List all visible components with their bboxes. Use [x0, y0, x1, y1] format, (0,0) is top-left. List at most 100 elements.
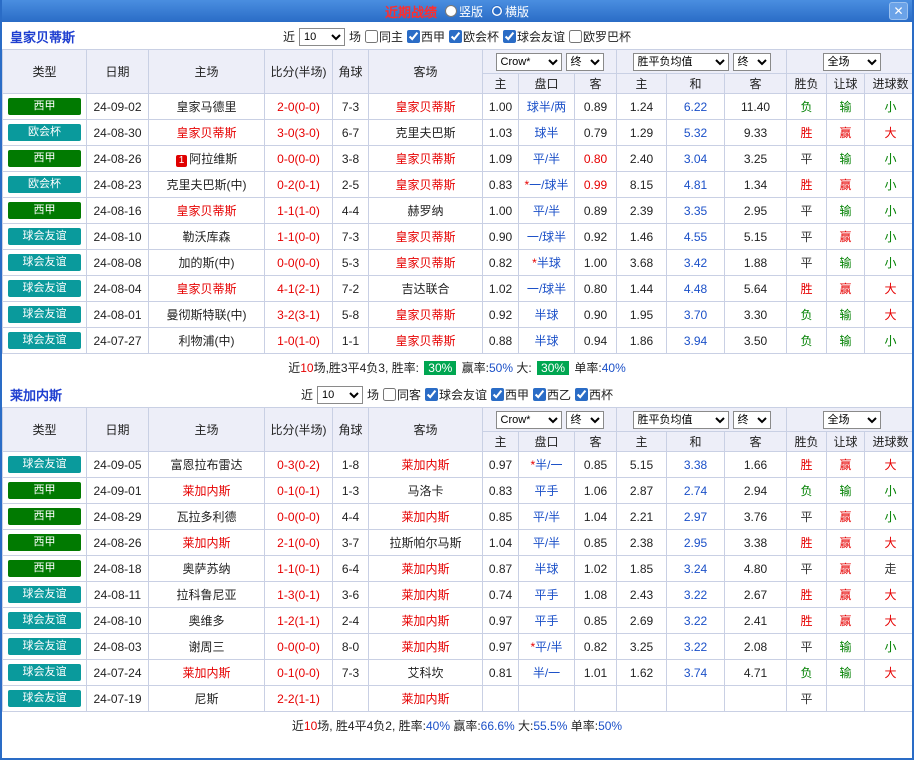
filter-checkbox[interactable]	[407, 30, 420, 43]
avg-home-cell: 2.40	[617, 146, 667, 172]
summary-text: 单率:	[567, 719, 598, 733]
table-row: 球会友谊24-07-19尼斯2-2(1-1)莱加内斯平	[3, 686, 914, 712]
recent-results-popup: 近期战绩 竖版 横版 ✕ 皇家贝蒂斯近10场同主西甲欧会杯球会友谊欧罗巴杯类型日…	[0, 0, 914, 760]
radio-horizontal-input[interactable]	[491, 5, 503, 17]
summary-text: 30%	[424, 361, 456, 375]
radio-vertical-input[interactable]	[445, 5, 457, 17]
home-team-cell: 莱加内斯	[149, 660, 265, 686]
filter-checkbox[interactable]	[533, 388, 546, 401]
close-icon[interactable]: ✕	[889, 2, 908, 20]
result-cell: 胜	[787, 582, 827, 608]
scope-select[interactable]: 全场	[823, 411, 881, 429]
filter-checkbox[interactable]	[503, 30, 516, 43]
score-cell: 4-1(2-1)	[265, 276, 333, 302]
scope-select[interactable]: 全场	[823, 53, 881, 71]
handicap-cell: 平/半	[519, 198, 575, 224]
odds-source-select[interactable]: Crow*	[496, 53, 562, 71]
sub-column-header: 让球	[827, 432, 865, 452]
summary-text: 大:	[515, 719, 534, 733]
filter-checkbox[interactable]	[575, 388, 588, 401]
avg-select[interactable]: 胜平负均值	[633, 53, 729, 71]
filter-checkbox[interactable]	[383, 388, 396, 401]
home-odds-cell	[483, 686, 519, 712]
handicap-value: 平手	[534, 614, 558, 628]
handicap-value: 半球	[537, 256, 561, 270]
goals-result-cell: 小	[865, 224, 914, 250]
handicap-result-cell: 赢	[827, 608, 865, 634]
home-team-name: 利物浦(中)	[179, 334, 235, 348]
red-card-icon: 1	[176, 155, 188, 167]
handicap-result-cell: 输	[827, 328, 865, 354]
avg-draw-cell: 4.81	[667, 172, 725, 198]
layout-radio-vertical[interactable]: 竖版	[445, 3, 483, 20]
odds-source-select[interactable]: Crow*	[496, 411, 562, 429]
filter-option[interactable]: 西甲	[491, 386, 529, 403]
away-team-name: 皇家贝蒂斯	[395, 152, 455, 166]
away-odds-cell: 0.89	[575, 198, 617, 224]
handicap-result-cell: 输	[827, 250, 865, 276]
final-select[interactable]: 终	[733, 53, 771, 71]
filter-option[interactable]: 西杯	[575, 386, 613, 403]
corners-cell: 6-4	[333, 556, 369, 582]
filter-option[interactable]: 球会友谊	[503, 28, 565, 45]
match-count-select[interactable]: 10	[317, 386, 363, 404]
layout-radio-horizontal[interactable]: 横版	[491, 3, 529, 20]
home-team-cell: 莱加内斯	[149, 530, 265, 556]
away-odds-cell: 0.82	[575, 634, 617, 660]
corners-cell: 1-8	[333, 452, 369, 478]
home-odds-cell: 0.87	[483, 556, 519, 582]
filter-option[interactable]: 欧罗巴杯	[569, 28, 631, 45]
final-select[interactable]: 终	[566, 53, 604, 71]
filter-checkbox[interactable]	[449, 30, 462, 43]
league-badge: 西甲	[8, 560, 81, 577]
filter-option[interactable]: 西甲	[407, 28, 445, 45]
avg-away-cell: 1.34	[725, 172, 787, 198]
away-team-cell: 皇家贝蒂斯	[369, 94, 483, 120]
home-team-name: 拉科鲁尼亚	[176, 588, 236, 602]
column-header: 角球	[333, 408, 369, 452]
corners-cell: 7-3	[333, 224, 369, 250]
handicap-cell: 平手	[519, 608, 575, 634]
home-team-name: 克里夫巴斯(中)	[167, 178, 247, 192]
filter-option[interactable]: 西乙	[533, 386, 571, 403]
home-odds-cell: 0.88	[483, 328, 519, 354]
avg-draw-cell: 3.22	[667, 608, 725, 634]
score-cell: 3-0(3-0)	[265, 120, 333, 146]
score-cell: 1-1(0-0)	[265, 224, 333, 250]
filter-checkbox[interactable]	[569, 30, 582, 43]
league-badge: 球会友谊	[8, 254, 81, 271]
filter-option[interactable]: 球会友谊	[425, 386, 487, 403]
filter-option[interactable]: 同主	[365, 28, 403, 45]
avg-away-cell	[725, 686, 787, 712]
final-select[interactable]: 终	[566, 411, 604, 429]
filters-bar: 近10场同客球会友谊西甲西乙西杯	[301, 386, 613, 404]
league-badge: 欧会杯	[8, 176, 81, 193]
handicap-cell: 平/半	[519, 504, 575, 530]
handicap-value: 半球	[534, 334, 558, 348]
summary-text: 10	[304, 719, 317, 733]
filter-checkbox[interactable]	[365, 30, 378, 43]
results-table: 类型日期主场比分(半场)角球客场Crow*终胜平负均值终全场主盘口客主和客胜负让…	[2, 407, 914, 712]
goals-result-cell: 小	[865, 478, 914, 504]
filter-checkbox[interactable]	[425, 388, 438, 401]
away-team-cell: 拉斯帕尔马斯	[369, 530, 483, 556]
score-cell: 2-2(1-1)	[265, 686, 333, 712]
filter-checkbox[interactable]	[491, 388, 504, 401]
handicap-cell: 半球	[519, 556, 575, 582]
sub-column-header: 进球数	[865, 432, 914, 452]
handicap-result-cell: 输	[827, 94, 865, 120]
handicap-value: 平/半	[533, 510, 560, 524]
filter-option[interactable]: 同客	[383, 386, 421, 403]
score-cell: 0-0(0-0)	[265, 146, 333, 172]
match-count-select[interactable]: 10	[299, 28, 345, 46]
league-cell: 球会友谊	[3, 608, 87, 634]
league-badge: 球会友谊	[8, 280, 81, 297]
final-select[interactable]: 终	[733, 411, 771, 429]
avg-home-cell: 3.68	[617, 250, 667, 276]
filter-option[interactable]: 欧会杯	[449, 28, 499, 45]
league-cell: 球会友谊	[3, 276, 87, 302]
avg-away-cell: 4.71	[725, 660, 787, 686]
goals-result-cell: 小	[865, 250, 914, 276]
away-team-cell: 皇家贝蒂斯	[369, 250, 483, 276]
avg-select[interactable]: 胜平负均值	[633, 411, 729, 429]
